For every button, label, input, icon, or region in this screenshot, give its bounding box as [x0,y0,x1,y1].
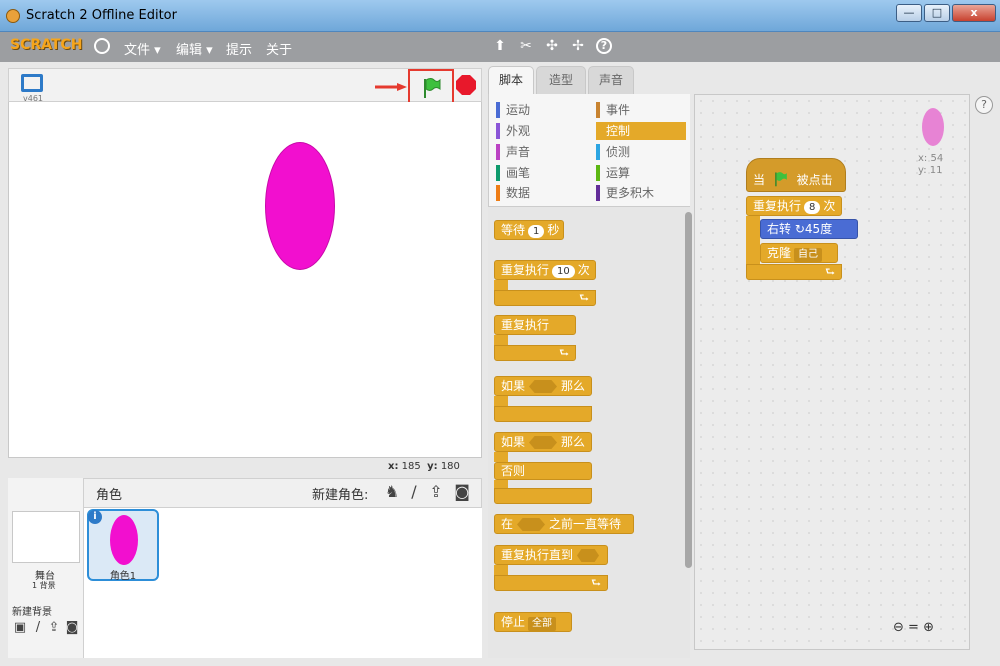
coord-y: 180 [440,461,460,472]
ellipse-sprite[interactable] [265,142,335,270]
stage-canvas[interactable] [8,102,482,458]
minimize-button[interactable]: — [896,4,922,22]
block-if-foot[interactable] [494,406,592,422]
block-repeat-until-arm [494,565,508,575]
category-sound[interactable]: 声音 [496,143,586,161]
globe-icon[interactable] [94,38,110,54]
category-events[interactable]: 事件 [596,101,686,119]
stop-dropdown[interactable]: 全部 [528,617,557,631]
boolean-slot-4[interactable] [577,549,600,562]
scratch-logo[interactable]: SCRATCH [10,37,82,53]
block-repeat-foot[interactable]: ⮑ [494,290,596,306]
when-flag-clicked-block[interactable]: 当 被点击 [746,158,846,192]
backdrop-paint-icon[interactable]: / [30,621,46,635]
category-more-blocks[interactable]: 更多积木 [596,184,686,202]
maximize-button[interactable]: □ [924,4,950,22]
clone-dropdown[interactable]: 自己 [794,248,823,262]
menu-about[interactable]: 关于 [266,39,292,58]
tab-costumes[interactable]: 造型 [536,66,586,94]
help-button[interactable]: ? [975,96,993,114]
stage-header: v461 [8,68,482,105]
camera-icon[interactable]: ◙ [452,482,472,502]
sprite-card[interactable]: i 角色1 [87,509,159,582]
block-if-else-foot[interactable] [494,488,592,504]
info-icon[interactable]: i [88,510,102,524]
upload-icon[interactable]: ⇪ [426,482,446,502]
green-flag-highlight[interactable] [408,69,454,105]
green-flag-icon[interactable] [423,77,441,99]
help-icon[interactable]: ? [596,38,612,54]
close-button[interactable]: x [952,4,996,22]
backdrop-library-icon[interactable]: ▣ [12,621,28,635]
block-forever[interactable]: 重复执行 [494,315,576,335]
coord-x: 185 [401,461,421,472]
menu-edit[interactable]: 编辑 ▾ [176,39,213,58]
boolean-slot-3[interactable] [517,518,546,531]
cut-scissors-icon[interactable]: ✂ [518,38,534,54]
block-stop[interactable]: 停止 全部 [494,612,572,632]
shrink-icon[interactable]: ✢ [570,38,586,54]
palette-scrollbar[interactable] [685,212,692,568]
grow-icon[interactable]: ✣ [544,38,560,54]
window-title: Scratch 2 Offline Editor [26,8,177,23]
fullscreen-icon[interactable] [21,74,43,92]
paint-brush-icon[interactable]: / [404,482,424,502]
script-clone-block[interactable]: 克隆 自己 [760,243,838,263]
block-if-else[interactable]: 如果 那么 [494,432,592,452]
block-repeat[interactable]: 重复执行 10 次 [494,260,596,280]
block-if[interactable]: 如果 那么 [494,376,592,396]
block-repeat-until-foot[interactable]: ⮑ [494,575,608,591]
stop-icon[interactable] [456,75,476,95]
menu-file[interactable]: 文件 ▾ [124,39,161,58]
sprite-name: 角色1 [109,571,137,582]
zoom-reset-icon[interactable]: = [908,620,919,635]
block-wait-until[interactable]: 在之前一直等待 [494,514,634,534]
backdrop-count: 1 背景 [32,581,56,590]
script-repeat-arm [746,216,760,266]
boolean-slot-2[interactable] [529,436,558,449]
menu-tips[interactable]: 提示 [226,39,252,58]
sprite-library-icon[interactable]: ♞ [382,482,402,502]
new-sprite-label: 新建角色: [312,488,369,503]
sprites-title: 角色 [96,488,123,503]
boolean-slot[interactable] [529,380,558,393]
category-operators[interactable]: 运算 [596,164,686,182]
category-motion[interactable]: 运动 [496,101,586,119]
red-arrow-icon [375,83,407,91]
script-repeat-foot[interactable]: ⮑ [746,264,842,280]
category-control[interactable]: 控制 [596,122,686,140]
menu-bar: SCRATCH 文件 ▾ 编辑 ▾ 提示 关于 ⬆ ✂ ✣ ✢ ? [0,32,1000,62]
script-repeat-block[interactable]: 重复执行 8 次 [746,196,842,216]
zoom-controls: ⊖ = ⊕ [893,620,934,635]
new-backdrop-label: 新建背景 [12,607,52,618]
block-if-else-arm [494,452,508,462]
tab-sounds[interactable]: 声音 [588,66,634,94]
category-pen[interactable]: 画笔 [496,164,586,182]
category-sensing[interactable]: 侦测 [596,143,686,161]
script-turn-block[interactable]: 右转 ↻45度 [760,219,858,239]
stage-thumbnail[interactable] [12,511,80,563]
backdrop-upload-icon[interactable]: ⇪ [46,621,62,635]
block-if-arm [494,396,508,406]
block-repeat-until[interactable]: 重复执行直到 [494,545,608,565]
mouse-coords: x: 185 y: 180 [388,461,460,472]
backdrop-camera-icon[interactable]: ◙ [64,621,80,635]
category-data[interactable]: 数据 [496,184,586,202]
zoom-in-icon[interactable]: ⊕ [923,620,934,635]
block-else-label: 否则 [494,462,592,480]
block-else-arm [494,480,508,488]
hat-flag-icon [775,172,787,187]
title-bar: Scratch 2 Offline Editor — □ x [0,0,1000,32]
scratch-cat-icon [6,9,20,23]
sprite-thumbnail [110,515,138,565]
duplicate-stamp-icon[interactable]: ⬆ [492,38,508,54]
sprite-position: x: 54 y: 11 [918,153,944,176]
block-wait[interactable]: 等待 1 秒 [494,220,564,240]
zoom-out-icon[interactable]: ⊖ [893,620,904,635]
tab-scripts[interactable]: 脚本 [488,66,534,94]
current-sprite-thumbnail [922,108,944,146]
block-forever-foot[interactable]: ⮑ [494,345,576,361]
category-looks[interactable]: 外观 [496,122,586,140]
